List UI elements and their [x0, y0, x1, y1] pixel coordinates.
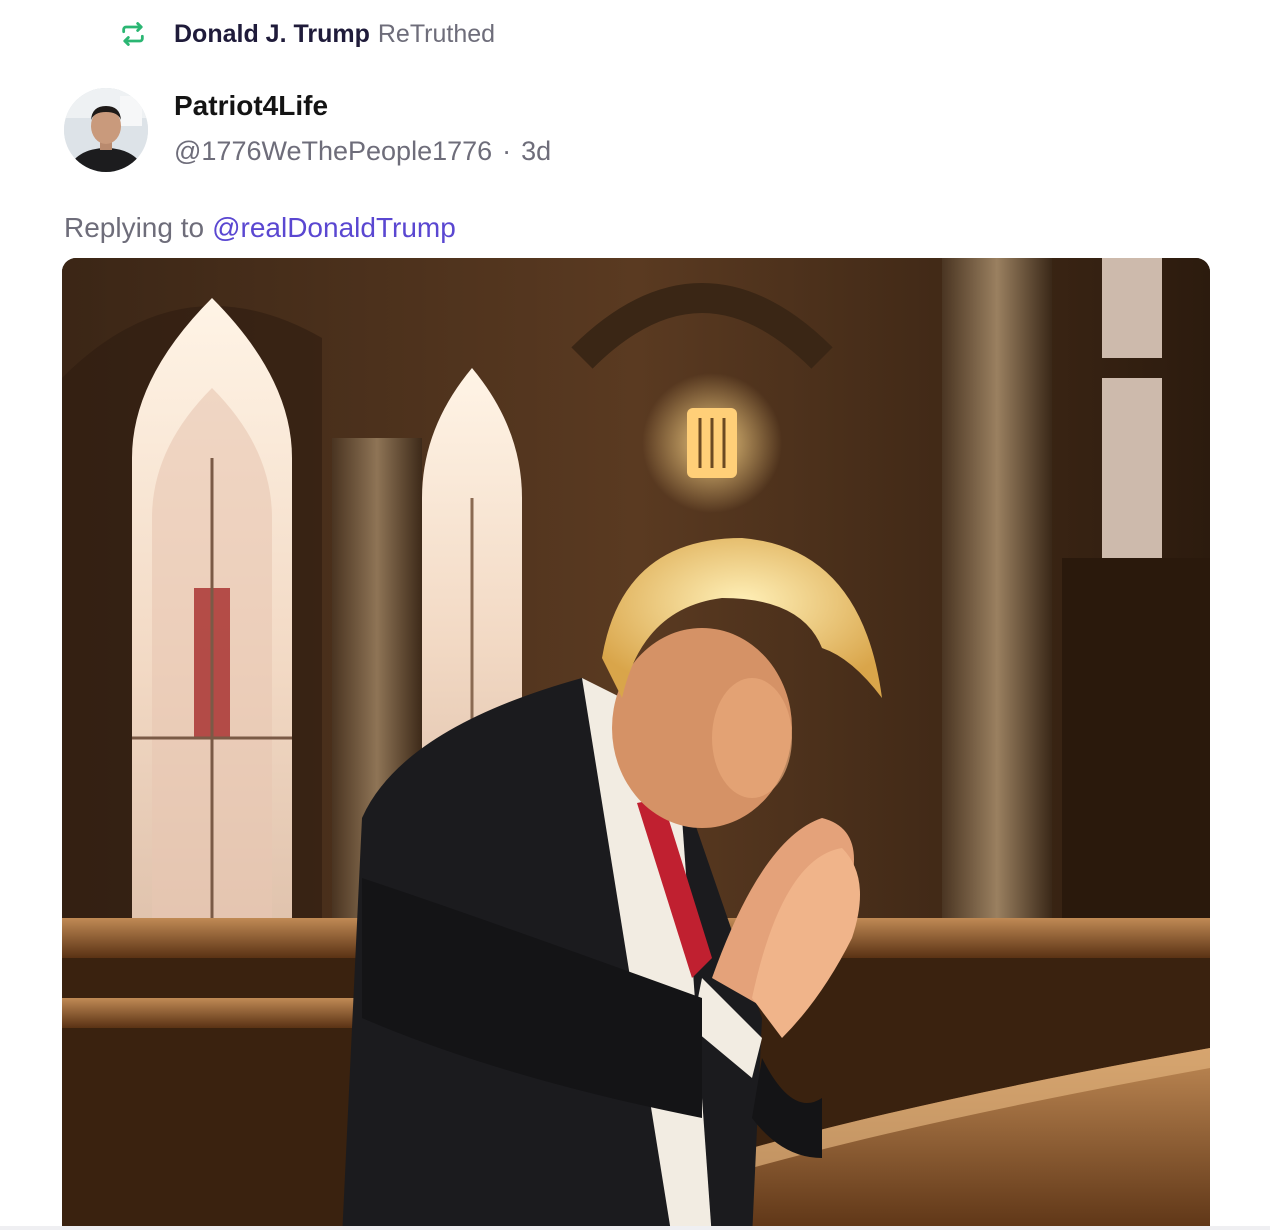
replying-to: Replying to @realDonaldTrump — [64, 212, 456, 244]
author-display-name[interactable]: Patriot4Life — [174, 90, 328, 122]
post-timestamp[interactable]: 3d — [521, 136, 551, 167]
retruth-icon — [118, 19, 148, 49]
post-image[interactable] — [62, 258, 1210, 1230]
author-handle[interactable]: @1776WeThePeople1776 — [174, 136, 492, 167]
retruth-header: Donald J. Trump ReTruthed — [118, 18, 495, 50]
retruth-action-label: ReTruthed — [377, 19, 496, 48]
truth-post: Donald J. Trump ReTruthed Patriot4Life @… — [0, 0, 1270, 1230]
retruth-user-name[interactable]: Donald J. Trump — [174, 20, 370, 49]
replying-to-label: Replying to — [64, 212, 205, 243]
meta-separator: · — [502, 136, 512, 166]
post-image-illustration — [62, 258, 1210, 1230]
author-meta: @1776WeThePeople1776 · 3d — [174, 136, 551, 167]
avatar[interactable] — [64, 88, 148, 172]
mention-link[interactable]: @realDonaldTrump — [212, 212, 456, 244]
bottom-divider — [0, 1226, 1270, 1230]
